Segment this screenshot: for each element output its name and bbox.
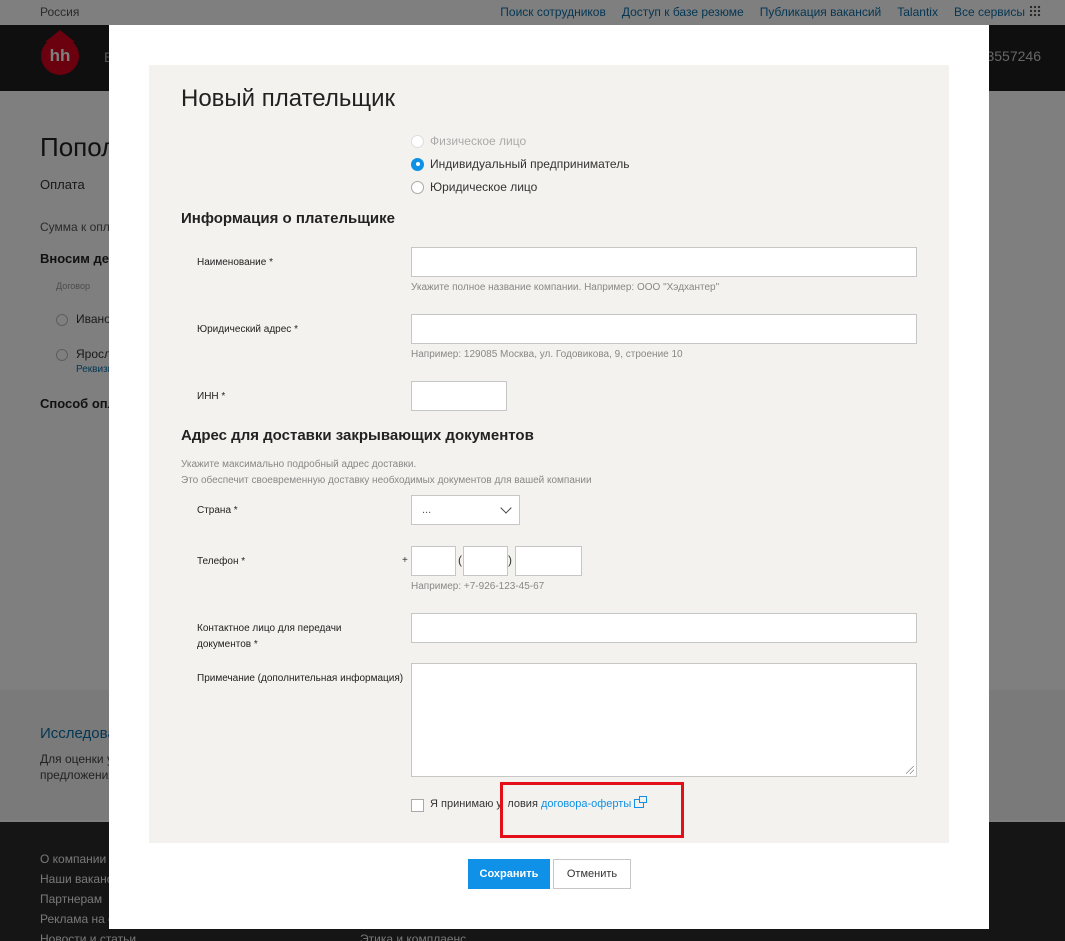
phone-number-input[interactable] bbox=[515, 546, 582, 576]
radio-button[interactable] bbox=[411, 157, 424, 171]
payer-info-heading: Информация о плательщике bbox=[181, 210, 395, 227]
legal-address-hint: Например: 129085 Москва, ул. Годовикова,… bbox=[411, 349, 683, 360]
radio-label: Юридическое лицо bbox=[430, 180, 538, 194]
contact-label-line-1: Контактное лицо для передачи bbox=[197, 623, 342, 634]
contact-person-label: Контактное лицо для передачи документов … bbox=[197, 621, 342, 653]
delivery-note-1: Укажите максимально подробный адрес дост… bbox=[181, 459, 417, 470]
phone-country-code-input[interactable] bbox=[411, 546, 456, 576]
phone-close-paren: ) bbox=[508, 553, 512, 567]
legal-address-input[interactable] bbox=[411, 314, 917, 344]
form-panel: Новый плательщик Физическое лицо Индивид… bbox=[149, 65, 949, 843]
country-select[interactable]: ... bbox=[411, 495, 520, 525]
radio-button[interactable] bbox=[411, 134, 424, 148]
note-textarea[interactable] bbox=[411, 663, 917, 777]
new-payer-modal: Новый плательщик Физическое лицо Индивид… bbox=[109, 25, 989, 929]
red-highlight-box bbox=[500, 782, 684, 838]
cancel-button[interactable]: Отменить bbox=[553, 859, 631, 889]
radio-individual-person[interactable]: Физическое лицо bbox=[411, 134, 526, 148]
radio-sole-proprietor[interactable]: Индивидуальный предприниматель bbox=[411, 157, 629, 171]
name-input[interactable] bbox=[411, 247, 917, 277]
contact-label-line-2: документов * bbox=[197, 639, 258, 650]
phone-plus: + bbox=[402, 555, 408, 566]
accept-terms-checkbox[interactable] bbox=[411, 799, 424, 812]
inn-label: ИНН * bbox=[197, 391, 226, 402]
legal-address-label: Юридический адрес * bbox=[197, 324, 298, 335]
phone-area-code-input[interactable] bbox=[463, 546, 508, 576]
radio-legal-entity[interactable]: Юридическое лицо bbox=[411, 180, 537, 194]
phone-label: Телефон * bbox=[197, 556, 246, 567]
modal-title: Новый плательщик bbox=[181, 85, 396, 112]
delivery-address-heading: Адрес для доставки закрывающих документо… bbox=[181, 427, 534, 444]
note-label: Примечание (дополнительная информация) bbox=[197, 673, 404, 684]
inn-input[interactable] bbox=[411, 381, 507, 411]
save-button[interactable]: Сохранить bbox=[468, 859, 550, 889]
phone-hint: Например: +7-926-123-45-67 bbox=[411, 581, 545, 592]
contact-person-input[interactable] bbox=[411, 613, 917, 643]
name-label: Наименование * bbox=[197, 257, 273, 268]
country-label: Страна * bbox=[197, 505, 238, 516]
name-hint: Укажите полное название компании. Наприм… bbox=[411, 282, 720, 293]
delivery-note-2: Это обеспечит своевременную доставку нео… bbox=[181, 475, 592, 486]
radio-label: Индивидуальный предприниматель bbox=[430, 157, 630, 171]
radio-label: Физическое лицо bbox=[430, 134, 527, 148]
phone-open-paren: ( bbox=[458, 553, 462, 567]
radio-button[interactable] bbox=[411, 180, 424, 194]
chevron-down-icon bbox=[500, 502, 512, 514]
country-value: ... bbox=[422, 504, 432, 516]
resize-handle-icon[interactable] bbox=[906, 766, 914, 774]
